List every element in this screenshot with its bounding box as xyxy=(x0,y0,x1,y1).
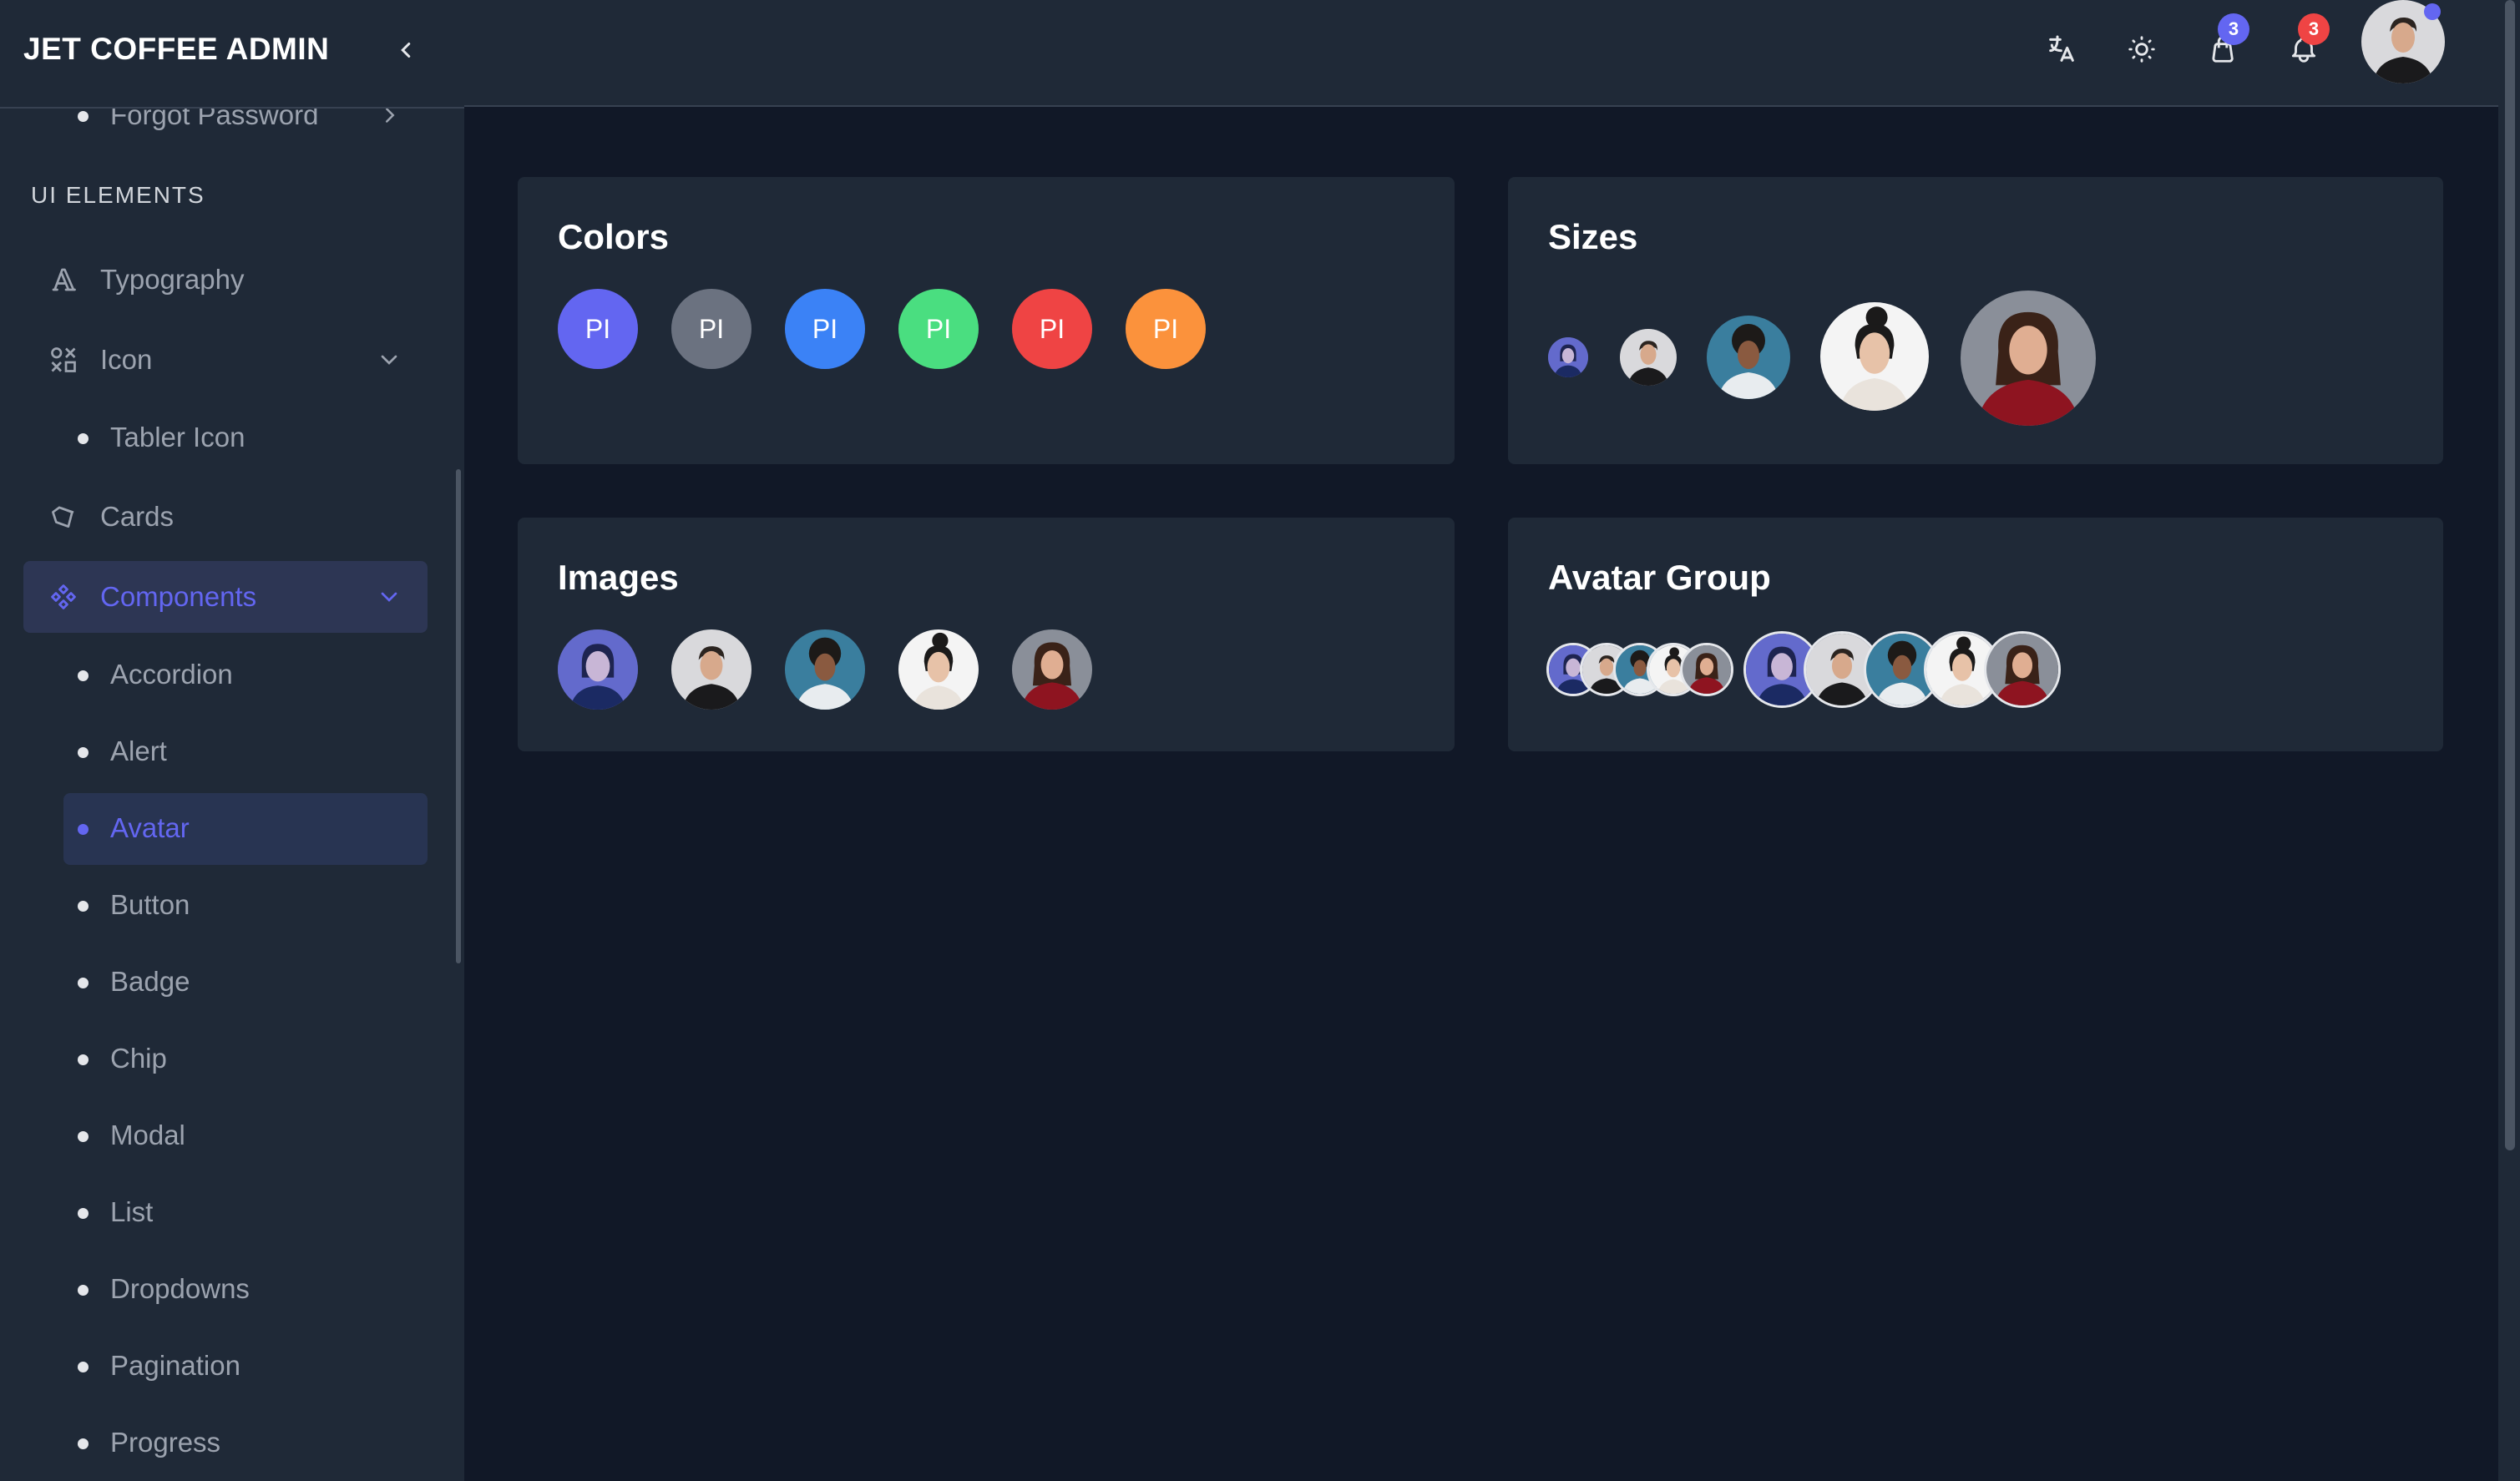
online-status-dot xyxy=(2424,3,2441,20)
bullet-icon xyxy=(78,1285,89,1296)
avatar-group-card: Avatar Group xyxy=(1508,518,2443,751)
avatar-lg xyxy=(1820,302,1929,411)
sidebar-item-label: Badge xyxy=(110,966,190,997)
avatar-xl xyxy=(1961,291,2096,426)
letter-avatar: PI xyxy=(1126,289,1206,369)
collapse-sidebar-button[interactable] xyxy=(389,32,423,68)
sizes-card: Sizes xyxy=(1508,177,2443,464)
sidebar-item-badge[interactable]: Badge xyxy=(63,947,428,1019)
sidebar-item-label: Avatar xyxy=(110,812,190,843)
card-title: Avatar Group xyxy=(1548,558,1771,597)
theme-toggle-button[interactable] xyxy=(2121,28,2163,70)
sidebar-item-avatar[interactable]: Avatar xyxy=(63,793,428,865)
letter-avatar: PI xyxy=(785,289,865,369)
sidebar-item-dropdowns[interactable]: Dropdowns xyxy=(63,1254,428,1326)
sidebar-item-pagination[interactable]: Pagination xyxy=(63,1331,428,1403)
chevron-left-icon xyxy=(401,43,411,58)
sidebar-item-components[interactable]: Components xyxy=(23,561,428,633)
sidebar-item-typography[interactable]: Typography xyxy=(23,244,428,316)
sidebar-item-label: Chip xyxy=(110,1043,167,1074)
bullet-icon xyxy=(78,1208,89,1219)
sidebar-header: JET COFFEE ADMIN xyxy=(0,0,464,109)
language-button[interactable] xyxy=(2041,28,2082,70)
page-scrollbar[interactable] xyxy=(2505,0,2515,1150)
image-avatar xyxy=(671,629,751,710)
bullet-icon xyxy=(78,1054,89,1065)
card-title: Sizes xyxy=(1548,217,1638,256)
sidebar-item-button[interactable]: Button xyxy=(63,870,428,942)
sidebar-item-progress[interactable]: Progress xyxy=(63,1408,428,1479)
group-avatar xyxy=(1680,643,1733,696)
letter-avatar: PI xyxy=(671,289,751,369)
section-title-ui-elements: UI ELEMENTS xyxy=(31,182,205,208)
letter-avatar: PI xyxy=(1012,289,1092,369)
sidebar-item-chip[interactable]: Chip xyxy=(63,1024,428,1095)
sidebar-item-label: Button xyxy=(110,889,190,920)
sidebar-item-icon[interactable]: Icon xyxy=(23,324,428,396)
sidebar-item-accordion[interactable]: Accordion xyxy=(63,639,428,711)
notification-count-badge: 3 xyxy=(2298,13,2330,45)
sidebar: Forgot Password UI ELEMENTS Typography I… xyxy=(0,0,464,1481)
topbar xyxy=(464,0,2498,107)
sidebar-item-tabler-icon[interactable]: Tabler Icon xyxy=(63,402,428,474)
sidebar-item-cards[interactable]: Cards xyxy=(23,481,428,553)
avatar-md xyxy=(1707,316,1790,399)
avatar-sm xyxy=(1620,329,1677,386)
bullet-icon xyxy=(78,978,89,988)
card-title: Colors xyxy=(558,217,670,256)
sidebar-item-label: Typography xyxy=(100,264,245,295)
card-title: Images xyxy=(558,558,679,597)
sidebar-item-label: Pagination xyxy=(110,1350,240,1381)
bullet-icon xyxy=(78,1362,89,1372)
sidebar-item-label: Modal xyxy=(110,1120,185,1150)
brand-logo-text: JET COFFEE ADMIN xyxy=(23,32,330,66)
bullet-icon xyxy=(78,111,89,122)
sidebar-item-label: List xyxy=(110,1196,154,1227)
sun-icon xyxy=(2128,36,2155,63)
images-card: Images xyxy=(518,518,1455,751)
colors-card: Colors PI PI PI PI PI PI xyxy=(518,177,1455,464)
cards-icon xyxy=(52,506,74,528)
sidebar-item-label: Icon xyxy=(100,344,153,375)
avatar-xs xyxy=(1548,337,1588,377)
components-icon xyxy=(51,584,76,609)
image-avatar xyxy=(785,629,865,710)
letter-avatar: PI xyxy=(898,289,979,369)
sidebar-item-label: Cards xyxy=(100,501,175,532)
sidebar-scrollbar[interactable] xyxy=(456,469,461,963)
letter-avatar: PI xyxy=(558,289,638,369)
chevron-down-icon xyxy=(381,592,397,602)
sidebar-item-label: Tabler Icon xyxy=(110,422,245,452)
sidebar-item-label: Accordion xyxy=(110,659,233,690)
bullet-icon xyxy=(78,1131,89,1142)
bullet-icon xyxy=(78,433,89,444)
sidebar-item-list[interactable]: List xyxy=(63,1177,428,1249)
icons-icon xyxy=(51,347,76,372)
sidebar-item-label: Dropdowns xyxy=(110,1273,250,1304)
bullet-icon xyxy=(78,901,89,912)
image-avatar xyxy=(898,629,979,710)
cart-count-badge: 3 xyxy=(2218,13,2249,45)
bullet-icon xyxy=(78,824,89,835)
typography-icon xyxy=(52,268,76,291)
image-avatar xyxy=(1012,629,1092,710)
translate-icon xyxy=(2049,35,2074,62)
sidebar-item-label: Alert xyxy=(110,735,167,766)
bullet-icon xyxy=(78,670,89,681)
sidebar-item-label: Progress xyxy=(110,1427,221,1458)
sidebar-nav: Forgot Password UI ELEMENTS Typography I… xyxy=(0,0,464,1481)
sidebar-item-alert[interactable]: Alert xyxy=(63,716,428,788)
group-avatar xyxy=(1984,631,2061,708)
bullet-icon xyxy=(78,747,89,758)
image-avatar xyxy=(558,629,638,710)
sidebar-item-modal[interactable]: Modal xyxy=(63,1100,428,1172)
bullet-icon xyxy=(78,1438,89,1449)
sidebar-item-label: Components xyxy=(100,581,257,612)
chevron-down-icon xyxy=(381,355,397,365)
